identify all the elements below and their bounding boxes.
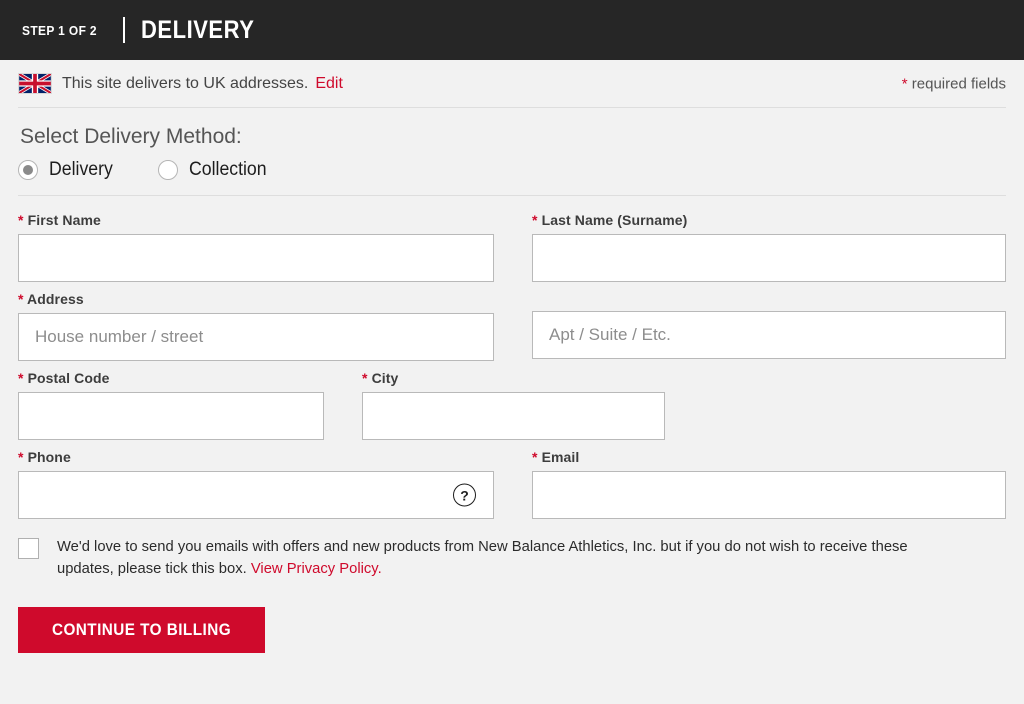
email-optin-message: We'd love to send you emails with offers… bbox=[57, 538, 908, 578]
postal-code-input[interactable] bbox=[18, 392, 324, 440]
radio-collection-icon[interactable] bbox=[157, 160, 178, 180]
radio-delivery-icon[interactable] bbox=[18, 160, 38, 180]
page-body: This site delivers to UK addresses. Edit… bbox=[0, 60, 1024, 654]
label-first-name: * First Name bbox=[18, 212, 494, 228]
label-email-text: Email bbox=[541, 449, 580, 465]
required-asterisk: * bbox=[532, 212, 538, 228]
page-title: DELIVERY bbox=[141, 15, 255, 44]
uk-flag-icon bbox=[18, 73, 52, 94]
required-asterisk: * bbox=[18, 449, 24, 465]
label-postal-code: * Postal Code bbox=[18, 370, 324, 386]
label-last-name-text: Last Name (Surname) bbox=[541, 212, 688, 228]
delivery-method-radio-group: Delivery Collection bbox=[18, 159, 1006, 195]
continue-to-billing-label: CONTINUE TO BILLING bbox=[51, 620, 232, 640]
required-fields-note: * required fields bbox=[902, 75, 1006, 92]
radio-option-delivery[interactable]: Delivery bbox=[18, 159, 118, 181]
address-line2-input[interactable] bbox=[532, 311, 1006, 359]
phone-input-wrapper: ? bbox=[18, 471, 494, 519]
city-input[interactable] bbox=[362, 392, 665, 440]
row-names: * First Name * Last Name (Surname) bbox=[18, 212, 1006, 282]
step-indicator: STEP 1 OF 2 bbox=[22, 22, 97, 38]
email-optin-row: We'd love to send you emails with offers… bbox=[18, 536, 1006, 580]
privacy-policy-link[interactable]: View Privacy Policy. bbox=[251, 560, 382, 577]
email-optin-checkbox[interactable] bbox=[18, 538, 39, 559]
field-last-name: * Last Name (Surname) bbox=[532, 212, 1006, 282]
last-name-input[interactable] bbox=[532, 234, 1006, 282]
radio-option-collection[interactable]: Collection bbox=[157, 159, 272, 181]
label-phone: * Phone bbox=[18, 449, 494, 465]
field-first-name: * First Name bbox=[18, 212, 494, 282]
page-header: STEP 1 OF 2 DELIVERY bbox=[0, 0, 1024, 60]
label-email: * Email bbox=[532, 449, 1006, 465]
field-address2 bbox=[532, 291, 1006, 361]
field-phone: * Phone ? bbox=[18, 449, 494, 519]
email-input[interactable] bbox=[532, 471, 1006, 519]
row-postal-city: * Postal Code * City bbox=[18, 370, 1006, 440]
first-name-input[interactable] bbox=[18, 234, 494, 282]
required-asterisk: * bbox=[532, 449, 538, 465]
label-last-name: * Last Name (Surname) bbox=[532, 212, 1006, 228]
label-city-text: City bbox=[371, 370, 399, 386]
header-divider bbox=[123, 17, 126, 43]
required-asterisk: * bbox=[362, 370, 368, 386]
radio-collection-label: Collection bbox=[188, 159, 267, 180]
address-line1-input[interactable] bbox=[18, 313, 494, 361]
required-asterisk: * bbox=[18, 291, 24, 307]
notice-divider bbox=[18, 107, 1006, 108]
delivery-method-heading: Select Delivery Method: bbox=[20, 125, 242, 148]
row-phone-email: * Phone ? * Email bbox=[18, 449, 1006, 519]
field-city: * City bbox=[362, 370, 665, 440]
question-mark-icon[interactable]: ? bbox=[453, 483, 476, 507]
label-first-name-text: First Name bbox=[27, 212, 101, 228]
phone-input[interactable] bbox=[18, 471, 494, 519]
label-phone-text: Phone bbox=[27, 449, 71, 465]
required-asterisk: * bbox=[18, 212, 24, 228]
label-address-text: Address bbox=[27, 291, 84, 307]
email-optin-text: We'd love to send you emails with offers… bbox=[57, 536, 948, 580]
row-address: * Address bbox=[18, 291, 1006, 361]
label-postal-code-text: Postal Code bbox=[27, 370, 110, 386]
edit-delivery-country-link[interactable]: Edit bbox=[315, 75, 343, 93]
label-spacer bbox=[532, 291, 1006, 311]
label-city: * City bbox=[362, 370, 665, 386]
radio-delivery-label: Delivery bbox=[49, 159, 113, 180]
field-address: * Address bbox=[18, 291, 494, 361]
field-email: * Email bbox=[532, 449, 1006, 519]
delivery-form: * First Name * Last Name (Surname) * Add… bbox=[18, 196, 1006, 654]
required-fields-label: required fields bbox=[911, 75, 1006, 92]
required-asterisk: * bbox=[901, 75, 908, 92]
required-asterisk: * bbox=[18, 370, 24, 386]
label-address: * Address bbox=[18, 291, 494, 307]
delivery-notice-text: This site delivers to UK addresses. bbox=[62, 74, 309, 92]
continue-to-billing-button[interactable]: CONTINUE TO BILLING bbox=[18, 607, 266, 654]
delivery-notice-bar: This site delivers to UK addresses. Edit… bbox=[18, 60, 1006, 107]
field-postal-code: * Postal Code bbox=[18, 370, 324, 440]
